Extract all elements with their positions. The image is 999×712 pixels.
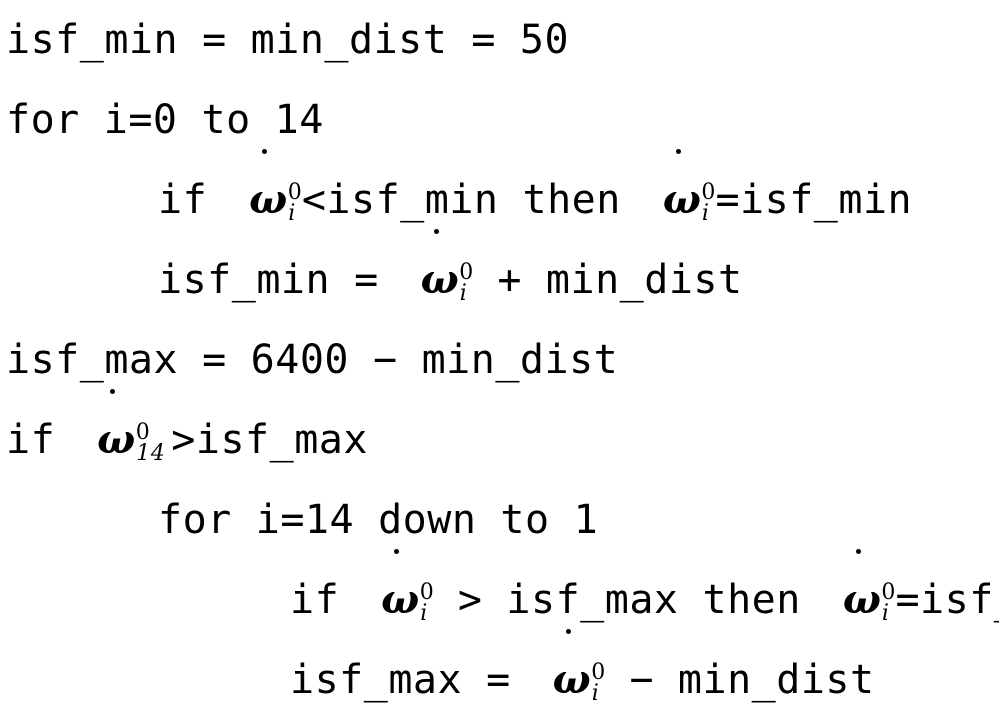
dot-accent-icon xyxy=(676,148,682,154)
identifier-min-dist: min_dist xyxy=(545,257,743,303)
pseudocode-page: isf_min = min_dist = 50 for i=0 to 14 if ω 0i <isf… xyxy=(0,0,999,712)
dot-accent-icon xyxy=(565,628,571,634)
omega-glyph: ω xyxy=(421,228,460,300)
identifier-min-dist: min_dist xyxy=(421,337,619,383)
omega-dot-variable: ω 0i xyxy=(843,548,895,624)
identifier-isf-min: isf_min xyxy=(158,257,331,303)
omega-subscript: i xyxy=(701,200,710,226)
identifier-min-dist: min_dist xyxy=(677,657,875,703)
keyword-if: if xyxy=(6,417,56,463)
identifier-isf-min: isf_min xyxy=(326,177,499,223)
omega-glyph: ω xyxy=(381,548,420,620)
keyword-then: then xyxy=(522,177,621,223)
loop-init: i=14 xyxy=(255,497,355,543)
equals-operator: = xyxy=(471,17,496,63)
omega-dot-variable: ω 014 xyxy=(97,388,169,464)
greater-than-operator: > xyxy=(457,577,483,623)
keyword-to: to xyxy=(500,497,550,543)
code-line-8: ifω0i>isf_maxthenω0i=isf_max xyxy=(0,548,999,640)
identifier-min-dist: min_dist xyxy=(250,17,448,63)
equals-operator: = xyxy=(202,17,227,63)
identifier-isf-min: isf_min xyxy=(6,17,179,63)
plus-operator: + xyxy=(497,257,522,303)
omega-dot-variable: ω 0i xyxy=(663,148,715,224)
omega-dot-variable: ω 0i xyxy=(421,228,473,304)
keyword-then: then xyxy=(702,577,801,623)
loop-limit: 1 xyxy=(573,497,599,543)
equals-operator: = xyxy=(895,577,921,623)
loop-limit: 14 xyxy=(274,97,324,143)
identifier-isf-max: isf_max xyxy=(6,337,179,383)
omega-dot-variable: ω 0i xyxy=(553,628,605,704)
omega-subscript: i xyxy=(459,280,468,306)
omega-subscript: i xyxy=(881,600,890,626)
omega-glyph: ω xyxy=(843,548,882,620)
omega-glyph: ω xyxy=(249,148,288,220)
identifier-isf-max: isf_max xyxy=(290,657,463,703)
keyword-for: for xyxy=(158,497,232,543)
keyword-down: down xyxy=(378,497,477,543)
keyword-if: if xyxy=(290,577,340,623)
equals-operator: = xyxy=(715,177,741,223)
identifier-isf-min: isf_min xyxy=(740,177,913,223)
loop-init: i=0 xyxy=(103,97,178,143)
omega-subscript: i xyxy=(288,200,296,226)
omega-dot-variable: ω 0i xyxy=(249,148,302,224)
dot-accent-icon xyxy=(856,548,862,554)
code-line-5: isf_max = 6400− min_dist xyxy=(0,320,999,400)
code-line-6: if ω 014 >isf_max xyxy=(0,388,999,480)
omega-subscript: i xyxy=(420,600,428,626)
omega-dot-variable: ω 0i xyxy=(381,548,434,624)
identifier-isf-max: isf_max xyxy=(920,577,999,623)
keyword-to: to xyxy=(201,97,251,143)
code-line-4: isf_min = ω 0i + min_dist xyxy=(0,228,999,320)
identifier-isf-max: isf_max xyxy=(506,577,679,623)
code-line-3: if ω 0i <isf_min then ω 0i =isf_min xyxy=(0,148,999,240)
code-line-2: for i=0 to 14 xyxy=(0,80,999,160)
equals-operator: = xyxy=(486,657,511,703)
omega-subscript: i xyxy=(591,680,600,706)
minus-operator: − xyxy=(373,337,398,383)
pseudocode-listing: isf_min = min_dist = 50 for i=0 to 14 if ω 0i <isf… xyxy=(0,0,999,712)
literal-6400: 6400 xyxy=(250,337,349,383)
literal-50: 50 xyxy=(519,17,570,63)
dot-accent-icon xyxy=(433,228,439,234)
equals-operator: = xyxy=(354,257,379,303)
equals-operator: = xyxy=(202,337,227,383)
code-line-1: isf_min = min_dist = 50 xyxy=(0,0,999,80)
code-line-9: isf_max = ω 0i − min_dist xyxy=(0,628,999,712)
greater-than-operator: > xyxy=(171,417,196,463)
omega-subscript: 14 xyxy=(136,440,166,466)
less-than-operator: < xyxy=(301,177,327,223)
minus-operator: − xyxy=(629,657,654,703)
code-line-7: for i=14 down to 1 xyxy=(0,480,999,560)
omega-glyph: ω xyxy=(553,628,592,700)
keyword-if: if xyxy=(158,177,208,223)
identifier-isf-max: isf_max xyxy=(195,417,368,463)
keyword-for: for xyxy=(6,97,80,143)
omega-glyph: ω xyxy=(97,388,136,460)
omega-glyph: ω xyxy=(663,148,702,220)
